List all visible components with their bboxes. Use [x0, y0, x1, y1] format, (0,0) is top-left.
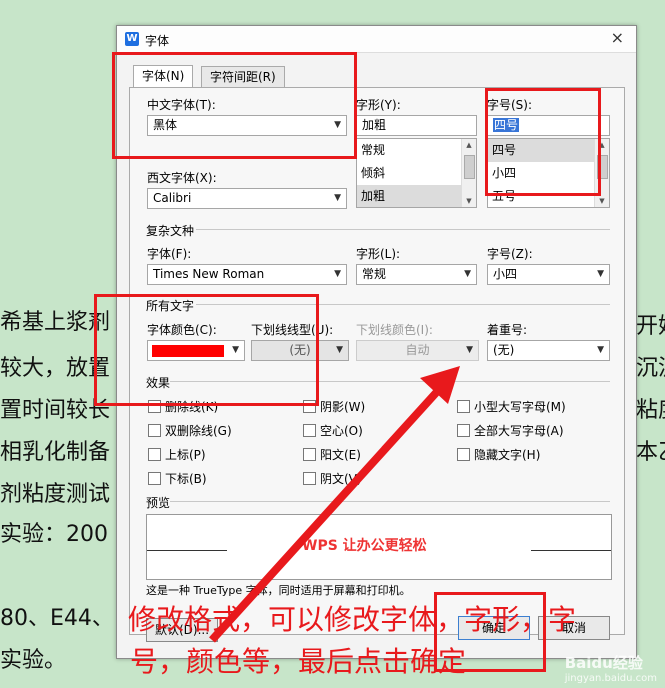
baidu-watermark: Baidu经验 jingyan.baidu.com — [565, 652, 657, 684]
annotation-arrow — [209, 366, 460, 643]
annotation-line-1: 修改格式，可以修改字体，字形，字 — [128, 603, 577, 636]
watermark-url: jingyan.baidu.com — [564, 673, 657, 684]
watermark-brand: Baidu经验 — [564, 654, 643, 672]
annotation-line-2: 号，颜色等，最后点击确定 — [130, 645, 467, 678]
